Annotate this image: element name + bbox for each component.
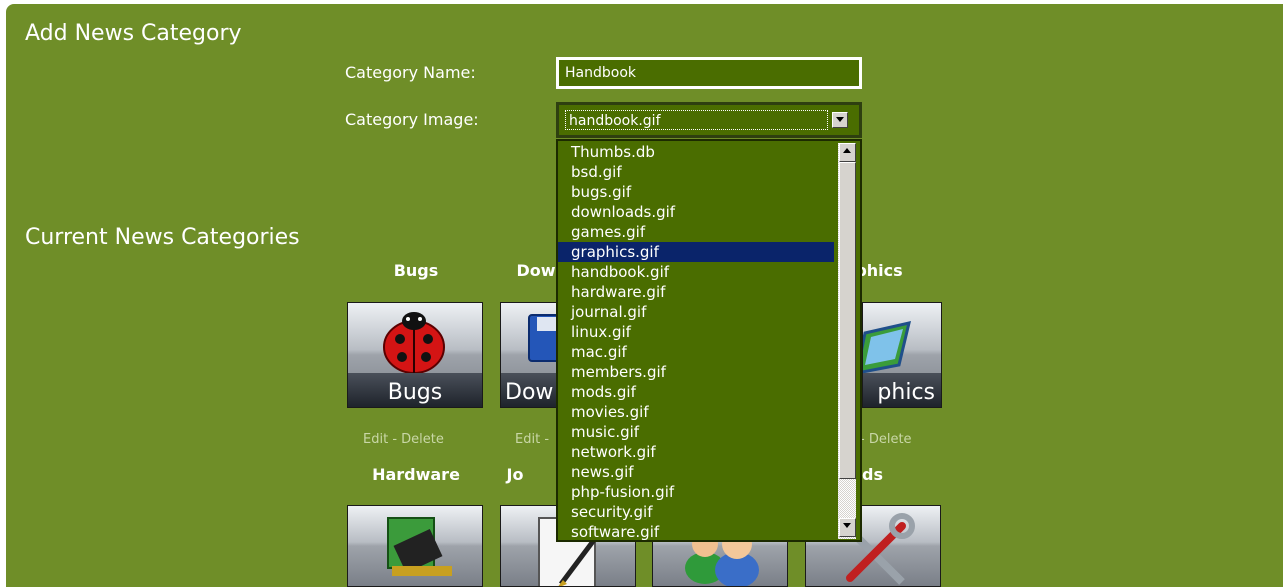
- dropdown-option[interactable]: php-fusion.gif: [558, 482, 834, 502]
- add-category-title: Add News Category: [25, 21, 242, 46]
- dropdown-option[interactable]: journal.gif: [558, 302, 834, 322]
- graphics-image-caption: phics: [877, 380, 935, 405]
- dropdown-option[interactable]: security.gif: [558, 502, 834, 522]
- dropdown-option[interactable]: handbook.gif: [558, 262, 834, 282]
- dropdown-option[interactable]: software.gif: [558, 522, 834, 540]
- downloads-image-caption: Dow: [505, 380, 554, 405]
- category-image-selected-value: handbook.gif: [565, 110, 828, 130]
- scroll-down-button[interactable]: [839, 518, 856, 537]
- category-image-hardware[interactable]: [347, 505, 483, 587]
- dropdown-arrow-button[interactable]: [832, 112, 848, 128]
- bugs-delete-link[interactable]: Delete: [401, 432, 444, 447]
- dropdown-option[interactable]: downloads.gif: [558, 202, 834, 222]
- bugs-image-caption: Bugs: [387, 380, 443, 405]
- category-image-dropdown-list[interactable]: Thumbs.db bsd.gif bugs.gif downloads.gif…: [556, 139, 862, 542]
- chevron-up-icon: [843, 148, 851, 153]
- dropdown-option[interactable]: hardware.gif: [558, 282, 834, 302]
- current-categories-title: Current News Categories: [25, 225, 300, 250]
- category-image-downloads[interactable]: Dow: [500, 302, 560, 408]
- category-image-select[interactable]: handbook.gif: [556, 102, 862, 138]
- dropdown-option[interactable]: members.gif: [558, 362, 834, 382]
- floppy-disk-icon: [528, 314, 559, 362]
- graphics-actions: - Delete: [860, 432, 912, 447]
- circuit-board-icon: [387, 517, 452, 576]
- dropdown-option-highlighted[interactable]: graphics.gif: [558, 242, 834, 262]
- graphics-delete-link[interactable]: Delete: [869, 432, 912, 447]
- dropdown-option[interactable]: mods.gif: [558, 382, 834, 402]
- scroll-up-button[interactable]: [839, 143, 856, 162]
- dropdown-option[interactable]: mac.gif: [558, 342, 834, 362]
- dropdown-option[interactable]: linux.gif: [558, 322, 834, 342]
- downloads-edit-link[interactable]: Edit: [515, 432, 540, 447]
- category-image-label: Category Image:: [345, 110, 479, 129]
- downloads-actions: Edit -: [515, 432, 549, 447]
- dropdown-option[interactable]: news.gif: [558, 462, 834, 482]
- dropdown-option[interactable]: games.gif: [558, 222, 834, 242]
- bugs-actions: Edit - Delete: [363, 432, 444, 447]
- dropdown-option[interactable]: bugs.gif: [558, 182, 834, 202]
- dropdown-scrollbar[interactable]: [838, 143, 856, 539]
- category-name-hardware: Hardware: [372, 465, 460, 484]
- dropdown-option[interactable]: bsd.gif: [558, 162, 834, 182]
- dropdown-option[interactable]: movies.gif: [558, 402, 834, 422]
- chevron-down-icon: [836, 117, 844, 122]
- graphics-icon: [863, 321, 912, 374]
- dropdown-option[interactable]: network.gif: [558, 442, 834, 462]
- ladybug-icon: [383, 312, 445, 374]
- bugs-action-separator: -: [392, 432, 398, 447]
- dropdown-option[interactable]: music.gif: [558, 422, 834, 442]
- downloads-action-separator: -: [544, 432, 550, 447]
- scrollbar-thumb[interactable]: [839, 162, 856, 479]
- category-name-label: Category Name:: [345, 63, 476, 82]
- dropdown-option[interactable]: Thumbs.db: [558, 142, 834, 162]
- category-name-input[interactable]: [556, 57, 862, 89]
- category-image-graphics[interactable]: phics: [862, 302, 942, 408]
- category-name-journal: Jo: [506, 465, 524, 484]
- bugs-edit-link[interactable]: Edit: [363, 432, 388, 447]
- chevron-down-icon: [843, 523, 851, 528]
- category-image-bugs[interactable]: Bugs: [347, 302, 483, 408]
- category-name-bugs: Bugs: [393, 261, 439, 280]
